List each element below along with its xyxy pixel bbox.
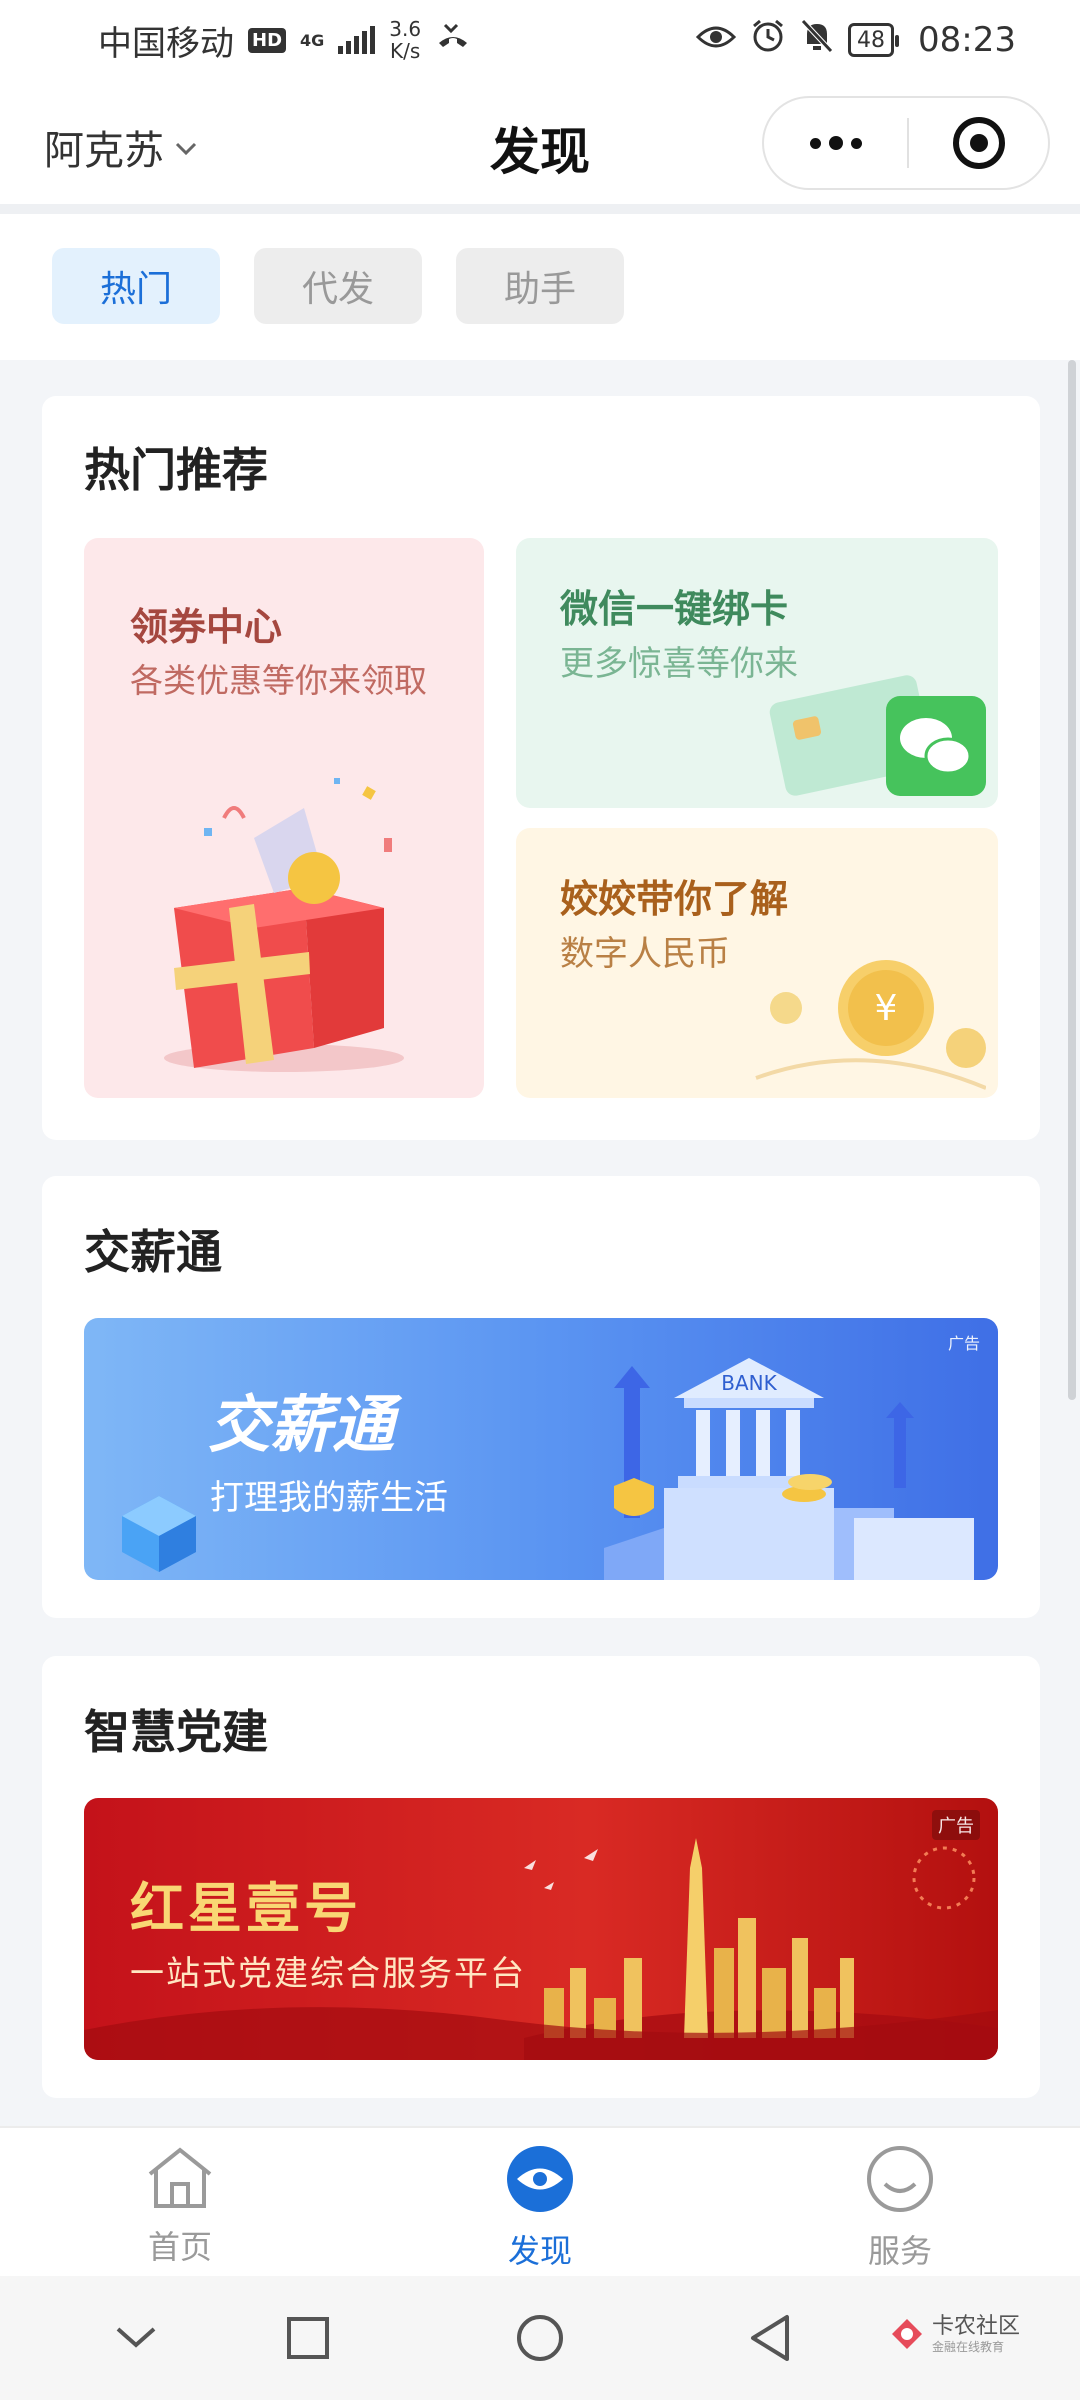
hd-badge: HD xyxy=(248,27,287,53)
tab-assistant[interactable]: 助手 xyxy=(456,248,624,324)
digital-rmb-tile[interactable]: 姣姣带你了解 数字人民币 ¥ xyxy=(516,828,998,1098)
mute-bell-icon xyxy=(800,18,834,63)
tab-payroll[interactable]: 代发 xyxy=(254,248,422,324)
nav-service[interactable]: 服务 xyxy=(820,2144,980,2270)
network-speed: 3.6 K/s xyxy=(389,18,421,62)
tile-subtitle: 更多惊喜等你来 xyxy=(560,644,798,684)
tile-title: 姣姣带你了解 xyxy=(560,877,789,921)
tab-hot[interactable]: 热门 xyxy=(52,248,220,324)
bank-label: BANK xyxy=(721,1371,777,1395)
scrollbar[interactable] xyxy=(1068,360,1076,1400)
watermark-logo-icon xyxy=(890,2317,924,2355)
salary-banner[interactable]: 广告 交薪通 打理我的薪生活 BANK xyxy=(84,1318,998,1580)
speed-unit: K/s xyxy=(390,39,421,63)
red-ribbon xyxy=(84,1990,998,2060)
banner-title: 交薪通 xyxy=(208,1388,395,1461)
home-button[interactable] xyxy=(500,2300,580,2380)
section-title: 热门推荐 xyxy=(84,443,268,497)
party-banner[interactable]: 广告 红星壹号 一站式党建综合服务平台 xyxy=(84,1798,998,2060)
banner-title: 红星壹号 xyxy=(130,1877,362,1940)
wechat-card-icon xyxy=(766,658,986,808)
gift-box-icon xyxy=(134,768,434,1082)
speed-value: 3.6 xyxy=(389,17,422,41)
section-title: 智慧党建 xyxy=(84,1705,268,1759)
smile-icon xyxy=(865,2144,935,2218)
svg-text:¥: ¥ xyxy=(875,988,898,1029)
banner-subtitle: 一站式党建综合服务平台 xyxy=(130,1954,526,1994)
watermark: 卡农社区 金融在线教育 xyxy=(890,2316,1020,2355)
alarm-icon xyxy=(750,18,786,63)
eye-icon xyxy=(505,2144,575,2218)
dot-icon xyxy=(828,136,843,150)
home-icon xyxy=(144,2144,216,2214)
watermark-text: 卡农社区 xyxy=(931,2314,1020,2339)
nav-discover[interactable]: 发现 xyxy=(460,2144,620,2270)
cube-logo-icon xyxy=(114,1488,204,1580)
nav-home[interactable]: 首页 xyxy=(100,2144,260,2268)
battery-indicator: 48 xyxy=(848,23,900,57)
triangle-back-icon xyxy=(747,2313,793,2367)
discover-content[interactable]: 热门推荐 领券中心 各类优惠等你来领取 微信一键绑卡 更多惊喜等你来 姣姣带你了… xyxy=(0,360,1080,2126)
system-navigation-bar: 卡农社区 金融在线教育 xyxy=(0,2276,1080,2400)
square-icon xyxy=(286,2316,330,2364)
banner-subtitle: 打理我的薪生活 xyxy=(210,1478,448,1518)
app-header: 阿克苏 发现 xyxy=(0,80,1080,204)
hide-nav-button[interactable] xyxy=(96,2300,176,2380)
salary-card: 交薪通 广告 交薪通 打理我的薪生活 BANK xyxy=(42,1176,1040,1618)
missed-call-icon xyxy=(435,20,471,60)
clock: 08:23 xyxy=(918,20,1016,60)
tile-subtitle: 各类优惠等你来领取 xyxy=(130,661,427,700)
nav-label: 首页 xyxy=(147,2228,212,2266)
party-building-card: 智慧党建 广告 红星壹号 一站式党建综合服务平台 xyxy=(42,1656,1040,2098)
header-divider xyxy=(0,204,1080,214)
nav-label: 发现 xyxy=(507,2232,572,2270)
dot-icon xyxy=(809,137,821,149)
watermark-subtext: 金融在线教育 xyxy=(931,2340,1004,2354)
chevron-down-icon xyxy=(114,2325,158,2355)
carrier-name: 中国移动 xyxy=(98,23,234,64)
bottom-nav: 首页 发现 服务 xyxy=(0,2126,1080,2276)
wechat-bind-card-tile[interactable]: 微信一键绑卡 更多惊喜等你来 xyxy=(516,538,998,808)
status-left: 中国移动 HD 4G 3.6 K/s xyxy=(98,16,471,65)
back-button[interactable] xyxy=(730,2300,810,2380)
status-right: 48 08:23 xyxy=(695,18,1016,63)
close-miniprogram-button[interactable] xyxy=(909,117,1048,169)
target-icon xyxy=(952,117,1005,169)
eye-icon xyxy=(695,20,737,60)
status-bar: 中国移动 HD 4G 3.6 K/s 48 08:23 xyxy=(0,0,1080,80)
ad-label: 广告 xyxy=(932,1810,980,1840)
nav-label: 服务 xyxy=(867,2232,932,2270)
signal-icon xyxy=(338,26,376,54)
tile-subtitle: 数字人民币 xyxy=(560,934,730,974)
circle-icon xyxy=(515,2313,565,2367)
category-tabs: 热门 代发 助手 xyxy=(0,214,1080,360)
coin-icon: ¥ xyxy=(746,948,987,1098)
hot-recommend-card: 热门推荐 领券中心 各类优惠等你来领取 微信一键绑卡 更多惊喜等你来 姣姣带你了… xyxy=(42,396,1040,1140)
tile-title: 领券中心 xyxy=(130,605,283,649)
network-type: 4G xyxy=(300,30,325,50)
section-title: 交薪通 xyxy=(84,1225,222,1279)
coupon-center-tile[interactable]: 领券中心 各类优惠等你来领取 xyxy=(84,538,484,1098)
dot-icon xyxy=(850,137,862,149)
miniprogram-capsule xyxy=(762,96,1050,190)
recent-apps-button[interactable] xyxy=(268,2300,348,2380)
tile-title: 微信一键绑卡 xyxy=(560,587,789,631)
more-options-button[interactable] xyxy=(764,98,907,188)
bank-building-icon: BANK xyxy=(604,1358,984,1580)
ad-label: 广告 xyxy=(947,1334,980,1353)
